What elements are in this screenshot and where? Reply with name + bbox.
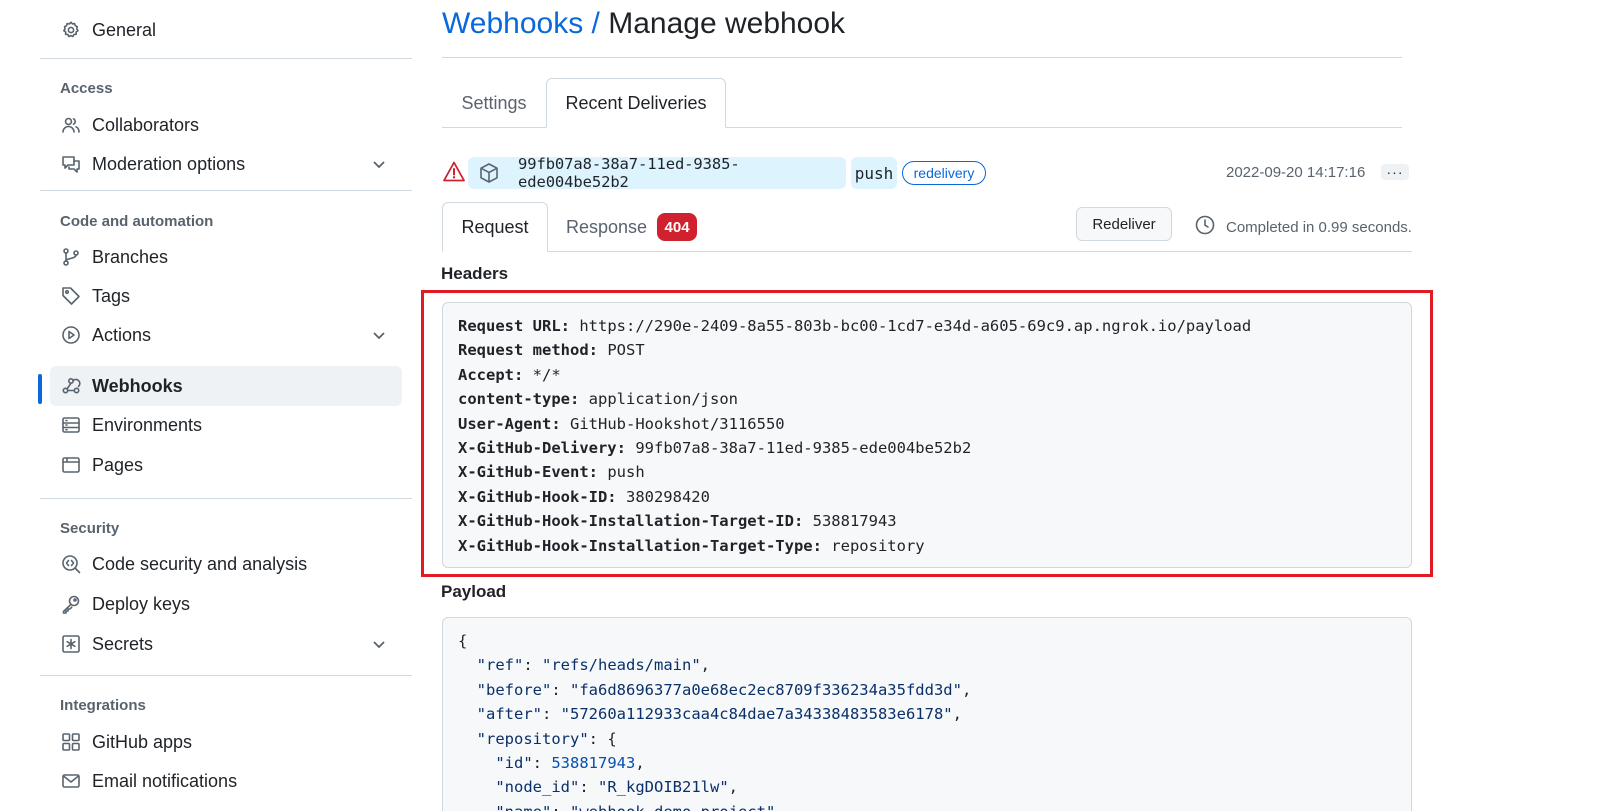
headers-heading: Headers — [441, 264, 509, 283]
sidebar-item-email-notifications[interactable]: Email notifications — [50, 761, 402, 801]
sidebar-divider — [40, 675, 412, 676]
sidebar-divider — [40, 190, 412, 191]
comment-discussion-icon — [60, 153, 82, 175]
delivery-guid-toggle[interactable]: 99fb07a8-38a7-11ed-9385-ede004be52b2 — [468, 155, 846, 191]
sidebar-divider — [40, 498, 412, 499]
key-icon — [60, 593, 82, 615]
breadcrumb-separator: / — [583, 7, 609, 40]
sidebar-item-actions[interactable]: Actions — [50, 315, 402, 355]
chevron-down-icon[interactable] — [370, 155, 388, 173]
codescan-icon — [60, 553, 82, 575]
payload-line: "id": 538817943, — [495, 754, 645, 773]
sidebar-item-collaborators[interactable]: Collaborators — [50, 105, 402, 145]
sidebar-item-label: Secrets — [92, 633, 154, 654]
tab-recent-deliveries[interactable]: Recent Deliveries — [546, 78, 726, 128]
mail-icon — [60, 770, 82, 792]
sidebar-item-branches[interactable]: Branches — [50, 237, 402, 277]
chevron-down-icon[interactable] — [370, 326, 388, 344]
people-icon — [60, 114, 82, 136]
tab-settings[interactable]: Settings — [442, 78, 546, 128]
sidebar-item-label: Tags — [92, 285, 131, 306]
delivery-event-label: push — [851, 157, 897, 189]
sidebar-item-deploy-keys[interactable]: Deploy keys — [50, 584, 402, 624]
section-heading-code-automation: Code and automation — [60, 213, 214, 230]
active-indicator — [38, 374, 42, 404]
page-title-text: Manage webhook — [608, 7, 846, 40]
breadcrumb-webhooks-link[interactable]: Webhooks — [442, 7, 583, 40]
redelivery-badge: redelivery — [902, 161, 986, 185]
headers-highlight-box — [421, 290, 1433, 577]
browser-icon — [60, 454, 82, 476]
webhook-icon — [60, 375, 82, 397]
payload-block: { "ref": "refs/heads/main", "before": "f… — [442, 617, 1412, 811]
sidebar-item-label: Environments — [92, 414, 203, 435]
section-heading-security: Security — [60, 520, 120, 537]
server-icon — [60, 414, 82, 436]
sidebar-item-moderation-options[interactable]: Moderation options — [50, 144, 402, 184]
tab-response-label: Response — [566, 216, 648, 237]
more-options-button[interactable]: ··· — [1381, 164, 1409, 180]
sidebar-item-github-apps[interactable]: GitHub apps — [50, 722, 402, 762]
tab-request[interactable]: Request — [442, 202, 548, 252]
git-branch-icon — [60, 246, 82, 268]
apps-icon — [60, 731, 82, 753]
section-heading-access: Access — [60, 80, 113, 97]
payload-line: "name": "webhook-demo-project", — [458, 800, 1396, 811]
sidebar-item-secrets[interactable]: Secrets — [50, 624, 402, 664]
sidebar-item-label: Moderation options — [92, 153, 246, 174]
sidebar-divider — [40, 58, 412, 59]
key-asterisk-icon — [60, 633, 82, 655]
sidebar-item-pages[interactable]: Pages — [50, 445, 402, 485]
payload-line: "after": "57260a112933caa4c84dae7a343384… — [476, 705, 962, 724]
sidebar-item-tags[interactable]: Tags — [50, 276, 402, 316]
completed-duration: Completed in 0.99 seconds. — [1226, 219, 1412, 236]
settings-sidebar: General Access Collaborators Moderation … — [38, 0, 412, 811]
gear-icon — [60, 19, 82, 41]
delivery-guid: 99fb07a8-38a7-11ed-9385-ede004be52b2 — [518, 155, 740, 191]
payload-line: "repository": { — [476, 729, 617, 748]
delivery-timestamp: 2022-09-20 14:17:16 — [1226, 164, 1366, 181]
payload-line: "before": "fa6d8696377a0e68ec2ec8709f336… — [476, 680, 972, 699]
sidebar-item-label: Pages — [92, 454, 144, 475]
chevron-down-icon[interactable] — [370, 635, 388, 653]
clock-icon — [1194, 214, 1216, 236]
status-code-badge: 404 — [657, 213, 698, 241]
sidebar-item-label: Code security and analysis — [92, 553, 308, 574]
redeliver-button[interactable]: Redeliver — [1076, 207, 1172, 241]
sidebar-item-label: Actions — [92, 324, 152, 345]
sidebar-item-webhooks[interactable]: Webhooks — [50, 366, 402, 406]
sidebar-item-general[interactable]: General — [50, 10, 402, 50]
sidebar-item-label: Email notifications — [92, 770, 238, 791]
sidebar-item-label: General — [92, 19, 157, 40]
tab-response[interactable]: Response 404 — [566, 202, 698, 252]
sidebar-item-label: Webhooks — [92, 375, 183, 396]
sidebar-item-environments[interactable]: Environments — [50, 405, 402, 445]
sidebar-item-label: GitHub apps — [92, 731, 193, 752]
section-heading-integrations: Integrations — [60, 697, 146, 714]
payload-heading: Payload — [441, 582, 507, 601]
sidebar-item-label: Deploy keys — [92, 593, 191, 614]
detail-tabs-divider — [442, 251, 1412, 252]
payload-line: "node_id": "R_kgDOIB21lw", — [495, 778, 738, 797]
tag-icon — [60, 285, 82, 307]
alert-icon — [442, 160, 466, 184]
page-title: Webhooks / Manage webhook — [442, 7, 845, 41]
payload-line: "ref": "refs/heads/main", — [476, 656, 710, 675]
sidebar-item-label: Branches — [92, 246, 169, 267]
payload-line: { — [458, 632, 468, 650]
play-icon — [60, 324, 82, 346]
package-icon — [478, 162, 500, 184]
sidebar-item-label: Collaborators — [92, 114, 200, 135]
sidebar-item-code-security[interactable]: Code security and analysis — [50, 544, 402, 584]
title-divider — [442, 57, 1402, 58]
